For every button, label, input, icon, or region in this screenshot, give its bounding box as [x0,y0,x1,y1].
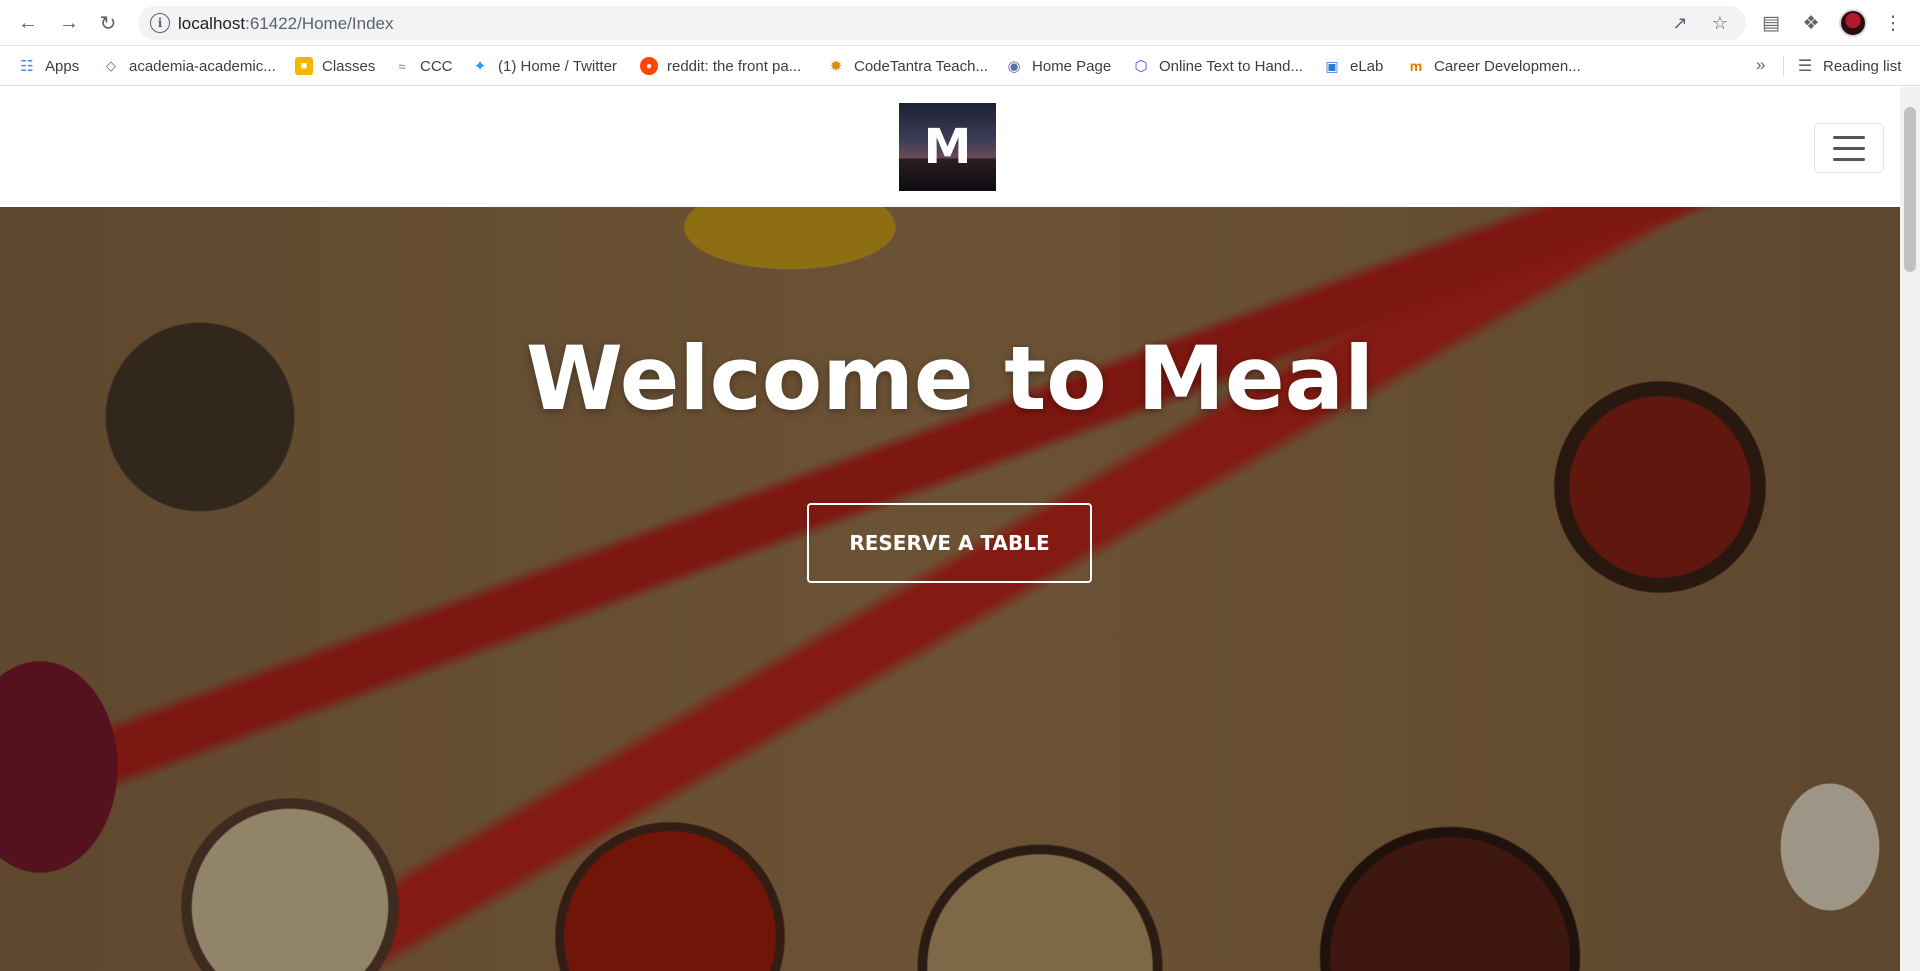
ccc-icon: ≈ [398,58,406,74]
bookmark-twitter[interactable]: ✦ (1) Home / Twitter [471,46,617,86]
bookmark-label: CodeTantra Teach... [854,57,988,75]
bookmark-apps[interactable]: ☷ Apps [18,46,79,86]
bookmark-label: Classes [322,57,376,75]
url-text[interactable]: localhost:61422/Home/Index [178,14,394,34]
address-bar[interactable]: i localhost:61422/Home/Index ↗ ☆ [138,6,1746,40]
bookmark-label: eLab [1350,57,1384,75]
online-text-icon: ⬡ [1134,58,1148,75]
bookmark-label: Apps [45,57,80,75]
logo-letter: M [923,119,972,175]
bookmark-home-page[interactable]: ◉ Home Page [1005,46,1111,86]
bookmark-star-icon[interactable]: ☆ [1708,11,1732,35]
browser-toolbar: ← → ↻ i localhost:61422/Home/Index ↗ ☆ ▤… [0,0,1920,46]
extensions-puzzle-icon[interactable]: ❖ [1798,10,1824,36]
elab-icon: ▣ [1325,57,1339,74]
reddit-icon: ● [640,57,658,75]
bookmarks-divider [1783,56,1784,76]
hero-banner: Welcome to Meal RESERVE A TABLE [0,207,1900,971]
reading-list-label: Reading list [1823,57,1902,75]
url-host: localhost [178,14,246,33]
profile-avatar[interactable] [1839,9,1867,37]
bookmarks-overflow-icon[interactable]: » [1756,55,1765,75]
bookmarks-bar: ☷ Apps ◇ academia-academic... ■ Classes … [0,46,1920,86]
bookmark-ccc[interactable]: ≈ CCC [393,46,453,86]
bookmark-career[interactable]: m Career Developmen... [1407,46,1581,86]
hamburger-bar [1833,135,1865,139]
bookmark-academia[interactable]: ◇ academia-academic... [102,46,276,86]
hamburger-bar [1833,157,1865,161]
hero-title: Welcome to Meal [525,327,1375,430]
bookmark-label: CCC [420,57,453,75]
bookmark-label: Career Developmen... [1434,57,1581,75]
forward-arrow-icon[interactable]: → [55,9,83,37]
scrollbar-thumb[interactable] [1904,107,1916,272]
page-viewport: M Welcome to Meal RESERVE A TABLE [0,87,1920,971]
site-info-icon[interactable]: i [150,13,170,33]
reload-icon[interactable]: ↻ [94,9,122,37]
twitter-icon: ✦ [473,58,487,75]
bookmark-label: Online Text to Hand... [1159,57,1303,75]
menu-kebab-icon[interactable]: ⋮ [1880,10,1906,36]
url-path: :61422/Home/Index [245,14,394,33]
reserve-table-button[interactable]: RESERVE A TABLE [807,503,1092,583]
extension-page-icon[interactable]: ▤ [1758,10,1784,36]
bookmark-codetantra[interactable]: ✹ CodeTantra Teach... [827,46,988,86]
hamburger-bar [1833,146,1865,150]
academia-icon: ◇ [106,58,116,73]
codetantra-icon: ✹ [829,58,843,75]
share-icon[interactable]: ↗ [1668,11,1692,35]
site-logo[interactable]: M [899,103,996,191]
apps-grid-icon: ☷ [20,58,34,75]
bookmark-label: academia-academic... [129,57,276,75]
bookmark-label: (1) Home / Twitter [498,57,617,75]
bookmark-reddit[interactable]: ● reddit: the front pa... [640,46,801,86]
site-header: M [0,87,1900,207]
back-arrow-icon[interactable]: ← [14,9,42,37]
bookmark-online-text[interactable]: ⬡ Online Text to Hand... [1132,46,1303,86]
hamburger-menu-button[interactable] [1814,123,1884,173]
bookmark-elab[interactable]: ▣ eLab [1323,46,1383,86]
bookmark-label: reddit: the front pa... [667,57,802,75]
bookmark-classes[interactable]: ■ Classes [295,46,375,86]
career-icon: m [1409,58,1423,74]
page-scrollbar[interactable] [1900,87,1920,971]
bookmark-label: Home Page [1032,57,1112,75]
reading-list-icon: ☰ [1797,58,1813,75]
home-page-icon: ◉ [1007,58,1021,75]
google-classroom-icon: ■ [295,57,313,75]
reading-list-button[interactable]: ☰ Reading list [1796,46,1902,86]
